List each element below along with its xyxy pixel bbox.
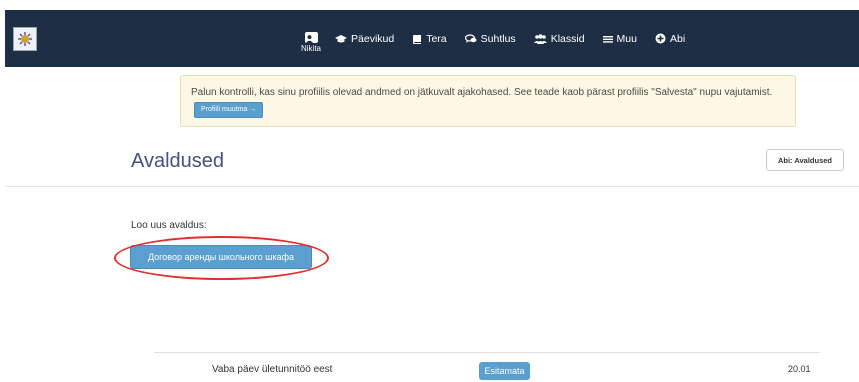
nav-item-suhtlus[interactable]: Suhtlus — [464, 32, 516, 45]
main-menu: Nikita Päevikud Tera Suhtlus Klassid Muu… — [301, 10, 703, 67]
graduation-cap-icon — [335, 34, 348, 42]
nav-item-label: Abi — [669, 32, 686, 45]
application-row-date: 20.01 — [788, 364, 811, 374]
book-icon — [413, 34, 422, 44]
page-title: Avaldused — [131, 150, 225, 172]
help-button[interactable]: Abi: Avaldused — [766, 149, 844, 171]
bars-icon — [602, 35, 613, 43]
nav-item-label: Klassid — [550, 32, 585, 45]
edit-profile-button[interactable]: Profiili muutma → — [194, 102, 264, 119]
status-badge: Esitamata — [479, 362, 530, 380]
chat-icon — [464, 33, 477, 43]
nav-item-klassid[interactable]: Klassid — [533, 32, 585, 45]
alert-message: Palun kontrolli, kas sinu profiilis olev… — [191, 87, 773, 98]
nav-profile-label: Nikita — [301, 44, 322, 53]
nav-item-abi[interactable]: Abi — [655, 33, 685, 45]
school-logo[interactable] — [13, 27, 37, 51]
nav-item-muu[interactable]: Muu — [602, 32, 637, 45]
list-divider — [154, 352, 820, 353]
create-locker-lease-button[interactable]: Договор аренды школьного шкафа — [130, 245, 312, 269]
nav-item-label: Suhtlus — [480, 32, 516, 45]
nav-item-paevikud[interactable]: Päevikud — [335, 33, 394, 45]
nav-item-label: Tera — [426, 32, 447, 45]
application-row-title[interactable]: Vaba päev ületunnitöö eest — [212, 364, 332, 375]
nav-item-label: Päevikud — [351, 32, 395, 45]
top-navbar: Nikita Päevikud Tera Suhtlus Klassid Muu… — [5, 10, 859, 67]
logo-icon — [18, 32, 32, 46]
profile-check-alert: Palun kontrolli, kas sinu profiilis olev… — [180, 75, 796, 127]
create-application-label: Loo uus avaldus: — [131, 220, 207, 231]
avatar-icon — [304, 32, 318, 43]
nav-item-label: Muu — [616, 32, 637, 45]
plus-circle-icon — [655, 33, 666, 44]
nav-item-tera[interactable]: Tera — [412, 32, 447, 45]
users-icon — [533, 33, 547, 44]
nav-profile[interactable]: Nikita — [301, 32, 321, 53]
header-divider — [5, 186, 859, 187]
